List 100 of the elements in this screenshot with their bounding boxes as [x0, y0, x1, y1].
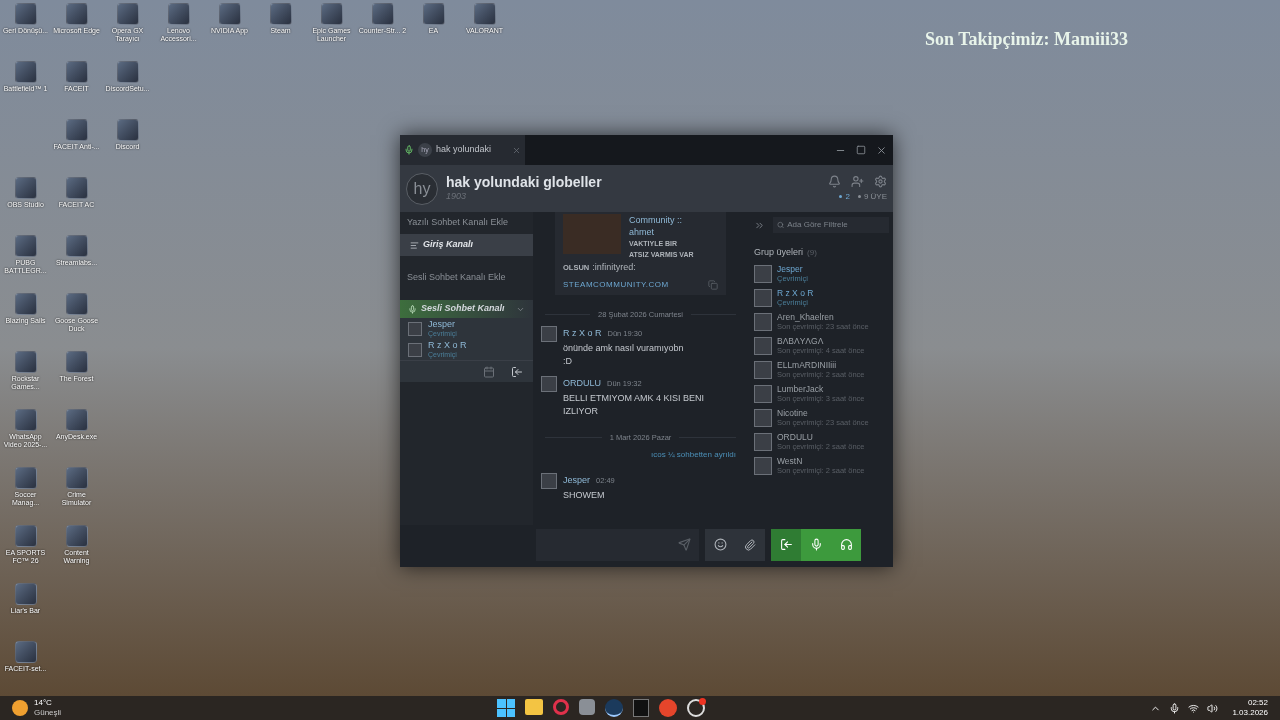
volume-icon[interactable] — [1207, 702, 1219, 714]
app-shortcut-icon[interactable] — [473, 3, 496, 25]
microphone-icon — [408, 304, 417, 314]
user-avatar — [754, 264, 772, 283]
app-shortcut-icon[interactable] — [14, 3, 37, 25]
microphone-icon — [809, 538, 823, 551]
user-avatar — [408, 321, 422, 336]
app-shortcut-icon[interactable] — [14, 467, 37, 489]
app-shortcut-icon[interactable] — [14, 235, 37, 257]
weather-condition: Güneşli — [34, 708, 62, 718]
start-icon[interactable] — [497, 699, 516, 717]
member-search-field[interactable]: Ada Göre Filtrele — [787, 219, 885, 231]
app-shortcut-icon[interactable] — [65, 351, 88, 373]
app-shortcut-icon[interactable] — [65, 177, 88, 199]
app-shortcut-icon[interactable] — [65, 235, 88, 257]
message-text: önünde amk nasıl vuramıyobn :D — [562, 341, 685, 368]
app-shortcut-icon[interactable] — [14, 177, 37, 199]
microphone-icon — [404, 145, 414, 155]
user-avatar — [754, 456, 772, 475]
app-shortcut-icon[interactable] — [65, 61, 88, 83]
app-shortcut-icon[interactable] — [116, 61, 139, 83]
app-shortcut-icon[interactable] — [65, 409, 88, 431]
text-channel[interactable]: Giriş Kanalı — [400, 234, 533, 256]
user-avatar — [754, 432, 772, 451]
app-shortcut-icon[interactable] — [320, 3, 343, 25]
voice-member-name[interactable]: R z X o R — [428, 340, 467, 350]
search-icon — [777, 221, 785, 229]
app-shortcut-icon[interactable] — [371, 3, 394, 25]
taskbar-app-icon[interactable] — [605, 699, 624, 717]
member-name[interactable]: ORDULU — [777, 432, 865, 442]
embed-link[interactable]: STEAMCOMMUNITY.COM — [563, 278, 669, 291]
app-shortcut-icon[interactable] — [116, 3, 139, 25]
message-author[interactable]: ORDULU — [563, 377, 601, 391]
close-icon[interactable] — [876, 144, 887, 156]
member-name[interactable]: ELLmARDINIIiii — [777, 360, 865, 370]
maximize-icon[interactable] — [856, 145, 866, 155]
embed-text: :infinityred: — [592, 261, 636, 274]
app-shortcut-icon[interactable] — [14, 525, 37, 547]
system-notice: ıcos ¼ sohbetten ayrıldı — [651, 449, 736, 461]
settings-icon[interactable] — [874, 174, 887, 188]
weather-icon[interactable] — [12, 700, 28, 716]
paperclip-icon — [744, 538, 756, 551]
message-text: BELLI ETMIYOM AMK 4 KISI BENI IZLIYOR — [562, 391, 706, 418]
member-name[interactable]: Jesper — [777, 264, 808, 274]
member-name[interactable]: LumberJack — [777, 384, 865, 394]
close-icon[interactable] — [512, 145, 521, 155]
leave-icon — [779, 538, 793, 551]
user-avatar — [541, 375, 557, 392]
app-shortcut-icon[interactable] — [167, 3, 190, 25]
member-name[interactable]: BΛBΛYΛGΛ — [777, 336, 865, 346]
member-name[interactable]: Aren_Khaelren — [777, 312, 869, 322]
message-author[interactable]: Jesper — [563, 474, 590, 488]
members-title: Grup üyeleri — [754, 246, 804, 259]
app-shortcut-icon[interactable] — [14, 641, 37, 663]
folder-icon[interactable] — [525, 699, 544, 715]
user-avatar — [541, 325, 557, 342]
smiley-icon — [713, 538, 727, 551]
app-shortcut-icon[interactable] — [65, 467, 88, 489]
app-shortcut-icon[interactable] — [14, 61, 37, 83]
message-input[interactable] — [536, 528, 699, 561]
app-shortcut-icon[interactable] — [218, 3, 241, 25]
bell-icon[interactable] — [828, 174, 841, 188]
add-user-icon[interactable] — [851, 174, 864, 188]
clock-time[interactable]: 02:52 — [1247, 698, 1268, 708]
leave-icon[interactable] — [511, 365, 523, 378]
app-shortcut-icon[interactable] — [14, 351, 37, 373]
send-icon[interactable] — [678, 538, 691, 551]
weather-temperature: 14°C — [34, 698, 53, 708]
add-text-channel[interactable]: Yazılı Sohbet Kanalı Ekle — [407, 216, 508, 230]
network-icon[interactable] — [1188, 702, 1200, 714]
app-shortcut-icon[interactable] — [65, 293, 88, 315]
app-shortcut-icon[interactable] — [14, 583, 37, 605]
member-name[interactable]: Nicotine — [777, 408, 869, 418]
member-search-box[interactable]: Ada Göre Filtrele — [773, 217, 889, 233]
app-shortcut-icon[interactable] — [269, 3, 292, 25]
app-shortcut-icon[interactable] — [116, 119, 139, 141]
voice-member-name[interactable]: Jesper — [428, 319, 457, 329]
add-voice-channel[interactable]: Sesli Sohbet Kanalı Ekle — [407, 271, 506, 285]
clock-date[interactable]: 1.03.2026 — [1232, 708, 1268, 718]
app-shortcut-icon[interactable] — [14, 293, 37, 315]
app-shortcut-icon[interactable] — [14, 409, 37, 431]
leave-voice-button[interactable] — [771, 528, 801, 561]
embed-text: Community :: — [629, 214, 683, 226]
embed-text: ahmet — [629, 226, 655, 238]
app-shortcut-icon[interactable] — [65, 119, 88, 141]
message-author[interactable]: R z X o R — [563, 327, 602, 341]
overlay-text: Son Takipçimiz: Mamiii33 — [924, 28, 1128, 51]
user-avatar — [754, 384, 772, 403]
microphone-icon[interactable] — [1169, 702, 1181, 714]
ring-icon[interactable] — [553, 699, 570, 715]
member-count: 9 ÜYE — [863, 190, 887, 203]
group-title: hak yolundaki globeller — [446, 173, 602, 190]
app-shortcut-icon[interactable] — [422, 3, 445, 25]
app-shortcut-icon[interactable] — [65, 3, 88, 25]
member-name[interactable]: WestN — [777, 456, 865, 466]
app-shortcut-icon[interactable] — [65, 525, 88, 547]
calendar-icon[interactable] — [483, 365, 495, 378]
member-name[interactable]: R z X o R — [777, 288, 814, 298]
copy-icon[interactable] — [708, 279, 718, 290]
text-channel-icon — [410, 240, 419, 250]
